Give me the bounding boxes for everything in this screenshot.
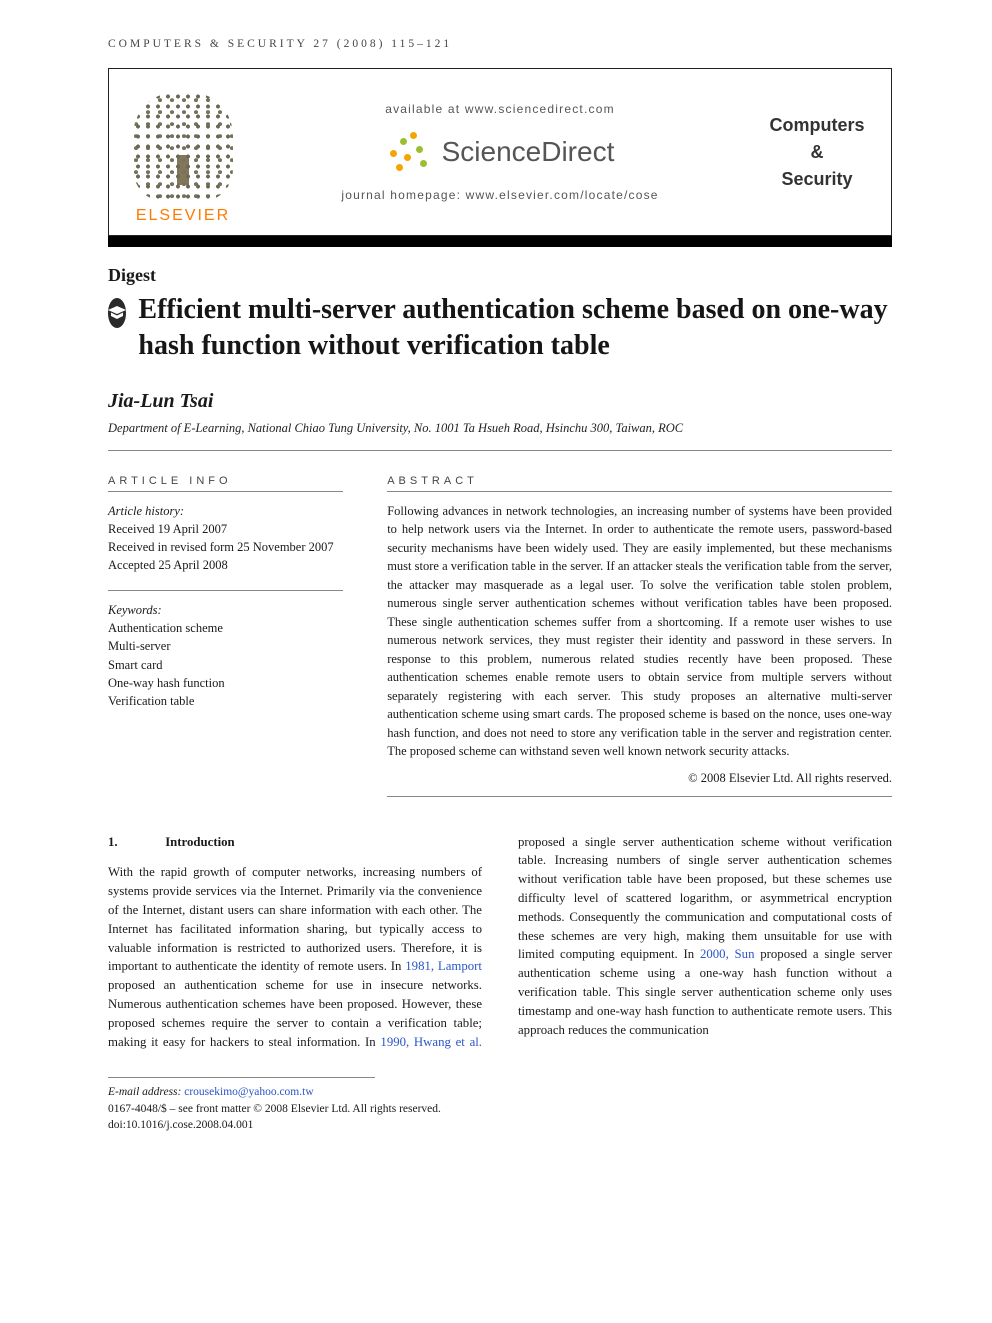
section-heading: 1. Introduction bbox=[108, 833, 482, 852]
history-accepted: Accepted 25 April 2008 bbox=[108, 556, 343, 574]
keyword: Smart card bbox=[108, 656, 343, 674]
elsevier-wordmark: ELSEVIER bbox=[136, 207, 230, 225]
keyword: Verification table bbox=[108, 692, 343, 710]
abstract-text: Following advances in network technologi… bbox=[387, 502, 892, 761]
keywords-block: Keywords: Authentication scheme Multi-se… bbox=[108, 590, 343, 710]
article-info-heading: ARTICLE INFO bbox=[108, 475, 343, 487]
elsevier-tree-icon bbox=[133, 93, 233, 201]
doi-line: doi:10.1016/j.cose.2008.04.001 bbox=[108, 1117, 892, 1133]
publisher-logo-block: ELSEVIER bbox=[109, 69, 257, 235]
running-head: COMPUTERS & SECURITY 27 (2008) 115–121 bbox=[108, 38, 892, 50]
footnotes: E-mail address: crousekimo@yahoo.com.tw … bbox=[108, 1084, 892, 1132]
journal-title-block: Computers & Security bbox=[743, 69, 891, 235]
banner-center: available at www.sciencedirect.com Scien… bbox=[257, 69, 743, 235]
keyword: Multi-server bbox=[108, 637, 343, 655]
section-number: 1. bbox=[108, 833, 162, 852]
author-email-link[interactable]: crousekimo@yahoo.com.tw bbox=[184, 1086, 313, 1098]
abstract-copyright: © 2008 Elsevier Ltd. All rights reserved… bbox=[387, 771, 892, 786]
abstract-heading: ABSTRACT bbox=[387, 475, 892, 487]
footnote-rule bbox=[108, 1077, 375, 1078]
sciencedirect-word: ScienceDirect bbox=[442, 136, 615, 168]
intro-paragraph-part: With the rapid growth of computer networ… bbox=[108, 865, 482, 973]
author-affiliation: Department of E-Learning, National Chiao… bbox=[108, 421, 892, 451]
article-info-column: ARTICLE INFO Article history: Received 1… bbox=[108, 475, 343, 807]
keyword: Authentication scheme bbox=[108, 619, 343, 637]
keyword: One-way hash function bbox=[108, 674, 343, 692]
sciencedirect-burst-icon bbox=[386, 130, 430, 174]
sciencedirect-logo: ScienceDirect bbox=[386, 130, 615, 174]
history-received: Received 19 April 2007 bbox=[108, 520, 343, 538]
email-label: E-mail address: bbox=[108, 1086, 184, 1098]
journal-banner: ELSEVIER available at www.sciencedirect.… bbox=[108, 68, 892, 236]
banner-underline-bar bbox=[108, 236, 892, 247]
graduation-cap-icon bbox=[108, 298, 126, 328]
citation-link[interactable]: 2000, Sun bbox=[700, 947, 754, 961]
body-columns: 1. Introduction With the rapid growth of… bbox=[108, 833, 892, 1052]
intro-paragraph-part: steal information. In bbox=[269, 1035, 381, 1049]
keywords-label: Keywords: bbox=[108, 601, 343, 619]
abstract-column: ABSTRACT Following advances in network t… bbox=[387, 475, 892, 807]
article-history: Article history: Received 19 April 2007 … bbox=[108, 502, 343, 575]
author-name: Jia-Lun Tsai bbox=[108, 390, 892, 413]
section-title: Introduction bbox=[165, 835, 234, 849]
journal-title-line2: & bbox=[811, 139, 824, 166]
citation-link[interactable]: 1990, Hwang et al. bbox=[380, 1035, 482, 1049]
journal-homepage-line: journal homepage: www.elsevier.com/locat… bbox=[341, 188, 658, 202]
front-matter-line: 0167-4048/$ – see front matter © 2008 El… bbox=[108, 1101, 892, 1117]
citation-link[interactable]: 1981, Lamport bbox=[405, 959, 482, 973]
journal-title-line3: Security bbox=[781, 166, 852, 193]
intro-paragraph-part: proposed a single server authentication … bbox=[518, 835, 892, 962]
history-label: Article history: bbox=[108, 502, 343, 520]
history-revised: Received in revised form 25 November 200… bbox=[108, 538, 343, 556]
available-at-line: available at www.sciencedirect.com bbox=[385, 102, 615, 116]
section-label: Digest bbox=[108, 265, 892, 286]
journal-title-line1: Computers bbox=[769, 112, 864, 139]
article-title: Efficient multi-server authentication sc… bbox=[138, 292, 892, 364]
